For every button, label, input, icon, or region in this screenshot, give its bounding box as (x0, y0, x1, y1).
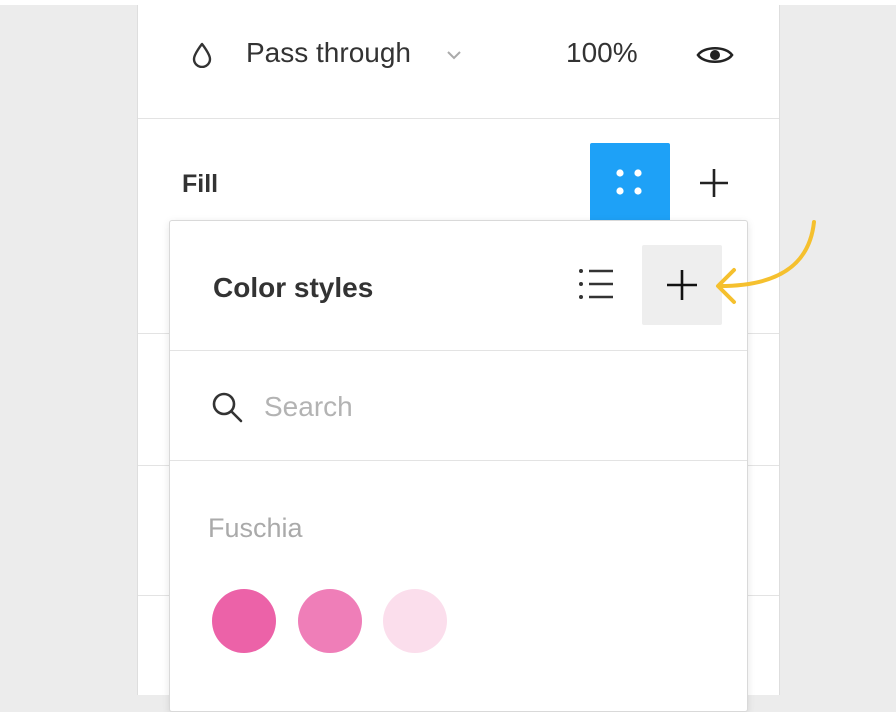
drop-icon[interactable] (191, 42, 213, 68)
search-input[interactable] (264, 385, 704, 429)
style-picker-button[interactable] (590, 143, 670, 223)
section-divider (138, 118, 779, 119)
plus-icon (667, 270, 697, 300)
chevron-down-icon[interactable] (446, 50, 462, 60)
four-dots-icon (616, 169, 642, 195)
search-icon (212, 392, 243, 423)
style-group-label: Fuschia (208, 513, 303, 543)
fill-section-title: Fill (182, 170, 219, 198)
color-swatch[interactable] (298, 589, 362, 653)
list-icon[interactable] (578, 267, 616, 301)
layer-row: Pass through 100% (138, 5, 779, 118)
popover-divider (170, 460, 747, 461)
arrow-curve (718, 220, 816, 288)
color-swatch[interactable] (212, 589, 276, 653)
add-fill-button[interactable] (696, 165, 732, 201)
eye-icon[interactable] (696, 43, 734, 67)
annotation-arrow (716, 220, 816, 304)
popover-title: Color styles (213, 272, 374, 303)
blend-mode-dropdown[interactable]: Pass through (246, 35, 411, 71)
color-styles-popover: Color styles Fuschia (169, 220, 748, 712)
color-swatch[interactable] (383, 589, 447, 653)
popover-divider (170, 350, 747, 351)
opacity-value[interactable]: 100% (566, 35, 638, 71)
